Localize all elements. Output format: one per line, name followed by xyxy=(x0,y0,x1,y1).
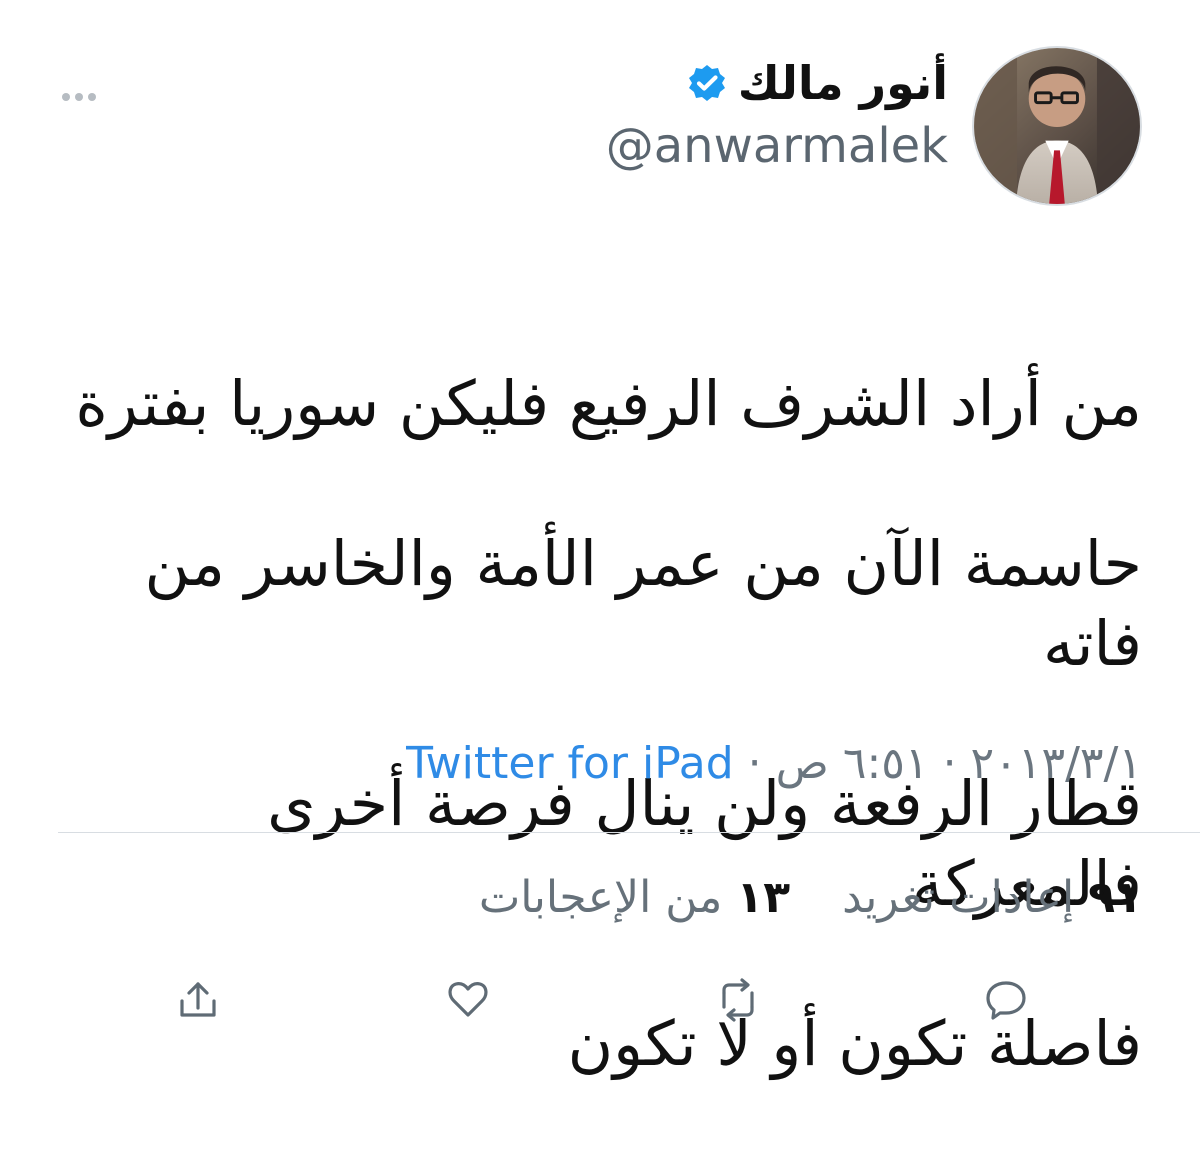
share-button[interactable] xyxy=(168,970,228,1030)
retweet-button[interactable] xyxy=(708,970,768,1030)
likes-count[interactable]: ١٣ xyxy=(736,872,790,923)
tweet-text: من أراد الشرف الرفيع فليكن سوريا بفترة ح… xyxy=(50,284,1142,1164)
tweet-text-line: حاسمة الآن من عمر الأمة والخاسر من فاته xyxy=(144,527,1143,680)
tweet-source-link[interactable]: Twitter for iPad xyxy=(406,738,734,789)
tweet-card: أنور مالك @anwarmalek من أراد الشرف الرف… xyxy=(0,0,1200,1080)
more-horizontal-icon[interactable] xyxy=(60,88,98,101)
tweet-date: ٢٠١٣/٣/١ xyxy=(970,738,1142,789)
tweet-time: ٦:٥١ ص xyxy=(775,738,929,789)
retweet-icon xyxy=(722,978,754,1022)
tweet-metadata: ٢٠١٣/٣/١ · ٦:٥١ ص · Twitter for iPad xyxy=(50,738,1142,790)
tweet-text-line: من أراد الشرف الرفيع فليكن سوريا بفترة xyxy=(75,367,1142,440)
like-button[interactable] xyxy=(438,970,498,1030)
reply-icon xyxy=(986,981,1026,1020)
user-handle[interactable]: @anwarmalek xyxy=(606,118,948,174)
retweets-label[interactable]: إعادات تغريد xyxy=(842,872,1074,923)
meta-separator: · xyxy=(928,738,971,789)
tweet-stats: ٩١ إعادات تغريد ١٣ من الإعجابات xyxy=(50,872,1142,924)
retweets-count[interactable]: ٩١ xyxy=(1088,872,1142,923)
reply-button[interactable] xyxy=(976,970,1036,1030)
meta-separator: · xyxy=(733,738,776,789)
share-icon xyxy=(180,982,216,1017)
avatar[interactable] xyxy=(972,46,1142,206)
display-name-row: أنور مالك xyxy=(606,56,948,110)
user-identity: أنور مالك @anwarmalek xyxy=(606,56,948,174)
verified-badge-icon xyxy=(686,62,728,104)
stats-divider xyxy=(58,832,1200,833)
likes-label[interactable]: من الإعجابات xyxy=(479,872,723,923)
heart-icon xyxy=(448,982,488,1017)
display-name[interactable]: أنور مالك xyxy=(738,56,948,110)
tweet-actions xyxy=(0,970,1200,1030)
tweet-header: أنور مالك @anwarmalek xyxy=(52,46,1142,216)
